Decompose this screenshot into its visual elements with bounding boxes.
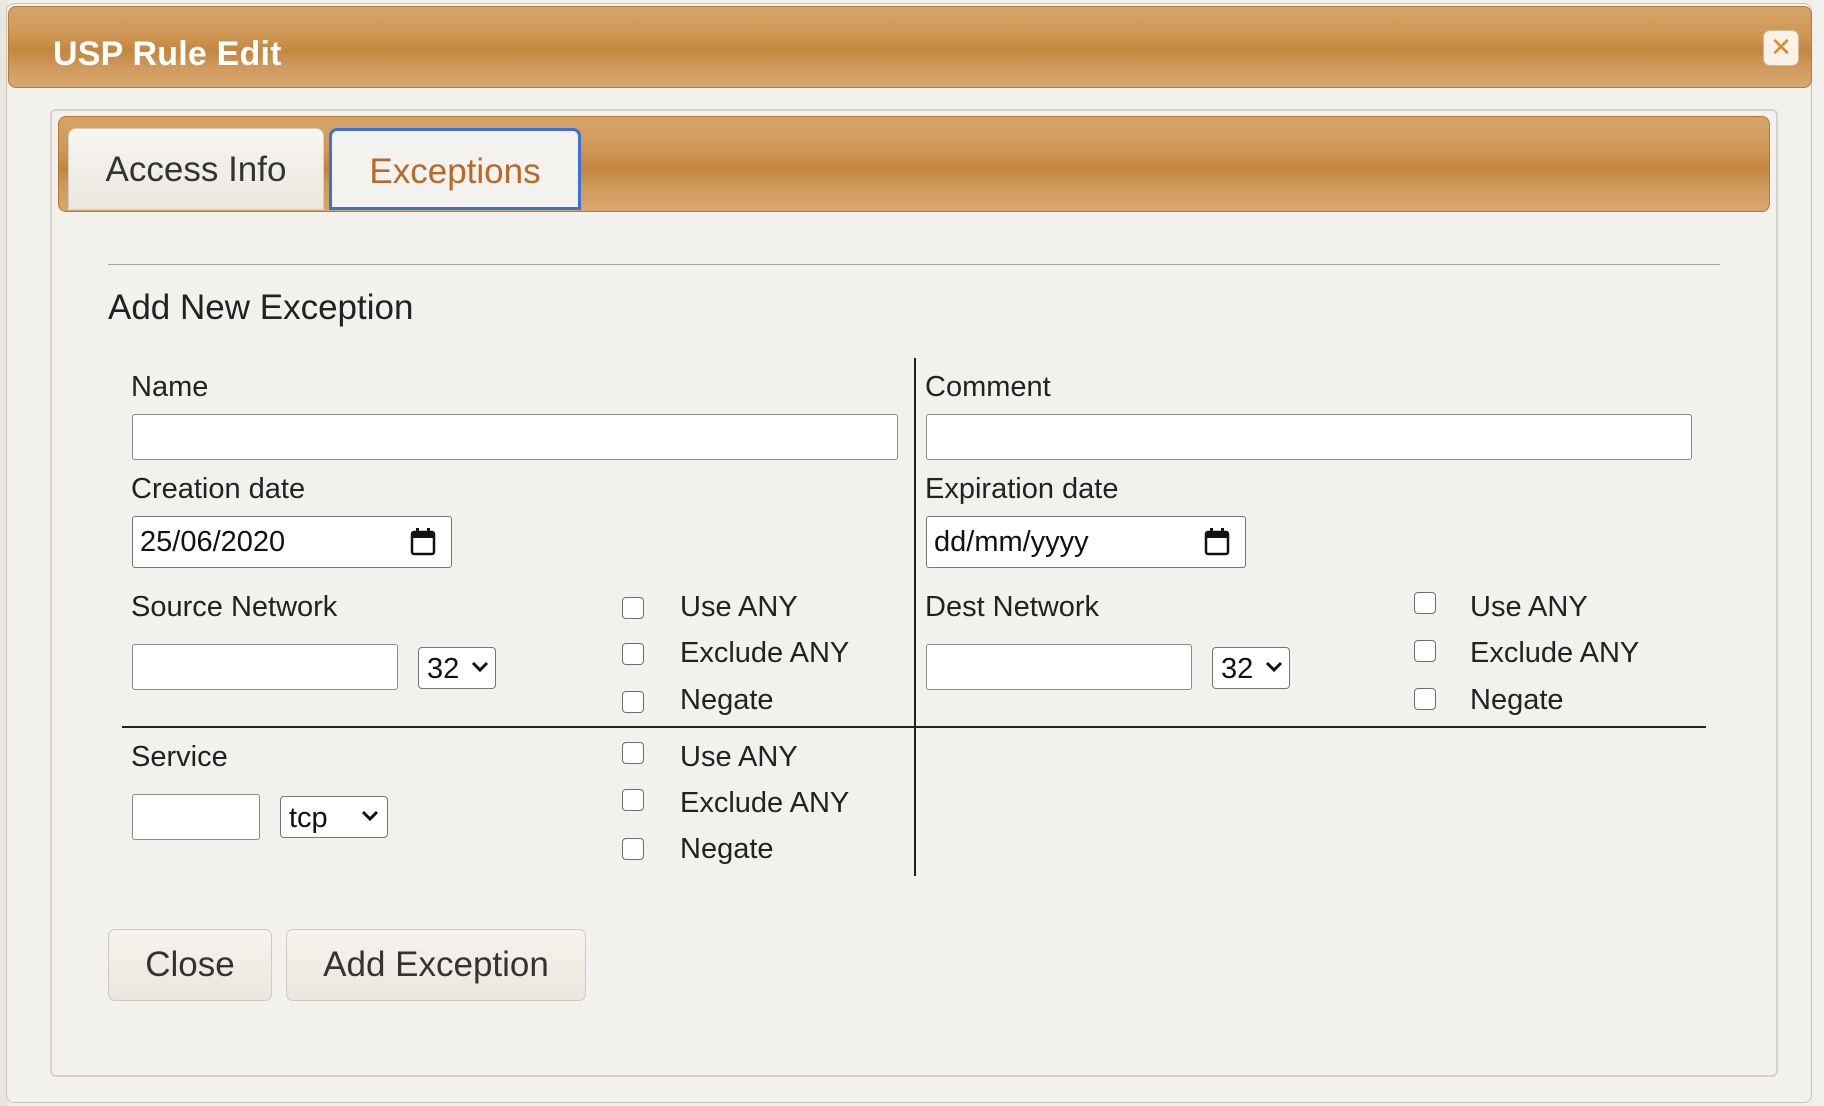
dest-use-any-checkbox[interactable] (1414, 592, 1436, 614)
service-protocol-value: tcp (289, 802, 328, 834)
calendar-icon[interactable] (1204, 526, 1230, 558)
source-mask-value: 32 (427, 653, 460, 685)
tab-exceptions[interactable]: Exceptions (329, 128, 581, 210)
source-exclude-any-checkbox[interactable] (622, 643, 644, 665)
chevron-down-icon (471, 661, 489, 673)
dest-mask-value: 32 (1221, 653, 1254, 685)
comment-input[interactable] (926, 414, 1692, 460)
source-use-any-label: Use ANY (680, 591, 798, 623)
creation-date-value: 25/06/2020 (140, 526, 286, 558)
chevron-down-icon (1265, 661, 1283, 673)
chevron-down-icon (361, 810, 379, 822)
dest-negate-label: Negate (1470, 684, 1564, 716)
name-input[interactable] (132, 414, 898, 460)
source-network-label: Source Network (131, 591, 338, 623)
dest-network-input[interactable] (926, 644, 1192, 690)
dest-negate-checkbox[interactable] (1414, 688, 1436, 710)
expiration-date-value: dd/mm/yyyy (934, 526, 1089, 558)
dest-network-label: Dest Network (925, 591, 1100, 623)
service-negate-label: Negate (680, 833, 774, 865)
form-row-divider (122, 726, 1706, 728)
name-label: Name (131, 371, 209, 403)
service-exclude-any-label: Exclude ANY (680, 787, 850, 819)
dialog-titlebar[interactable]: USP Rule Edit (8, 6, 1812, 88)
dest-use-any-label: Use ANY (1470, 591, 1588, 623)
section-heading: Add New Exception (108, 288, 414, 327)
form-column-divider (914, 358, 916, 876)
comment-label: Comment (925, 371, 1051, 403)
service-use-any-checkbox[interactable] (622, 742, 644, 764)
service-use-any-label: Use ANY (680, 741, 798, 773)
calendar-icon[interactable] (410, 526, 436, 558)
service-negate-checkbox[interactable] (622, 838, 644, 860)
source-negate-label: Negate (680, 684, 774, 716)
dest-mask-select[interactable]: 32 (1212, 647, 1290, 689)
add-exception-button[interactable]: Add Exception (286, 929, 586, 1001)
tab-access-info[interactable]: Access Info (68, 128, 324, 210)
source-negate-checkbox[interactable] (622, 691, 644, 713)
source-mask-select[interactable]: 32 (418, 647, 496, 689)
expiration-date-input[interactable]: dd/mm/yyyy (926, 516, 1246, 568)
section-divider (108, 264, 1720, 265)
service-label: Service (131, 741, 228, 773)
creation-date-input[interactable]: 25/06/2020 (132, 516, 452, 568)
service-protocol-select[interactable]: tcp (280, 796, 388, 838)
dest-exclude-any-checkbox[interactable] (1414, 640, 1436, 662)
source-exclude-any-label: Exclude ANY (680, 637, 850, 669)
close-button[interactable]: Close (108, 929, 272, 1001)
dialog-title: USP Rule Edit (53, 35, 282, 73)
creation-date-label: Creation date (131, 473, 306, 505)
source-use-any-checkbox[interactable] (622, 597, 644, 619)
service-exclude-any-checkbox[interactable] (622, 789, 644, 811)
dest-exclude-any-label: Exclude ANY (1470, 637, 1640, 669)
service-port-input[interactable] (132, 794, 260, 840)
close-x-icon[interactable]: ✕ (1763, 30, 1799, 66)
source-network-input[interactable] (132, 644, 398, 690)
expiration-date-label: Expiration date (925, 473, 1119, 505)
